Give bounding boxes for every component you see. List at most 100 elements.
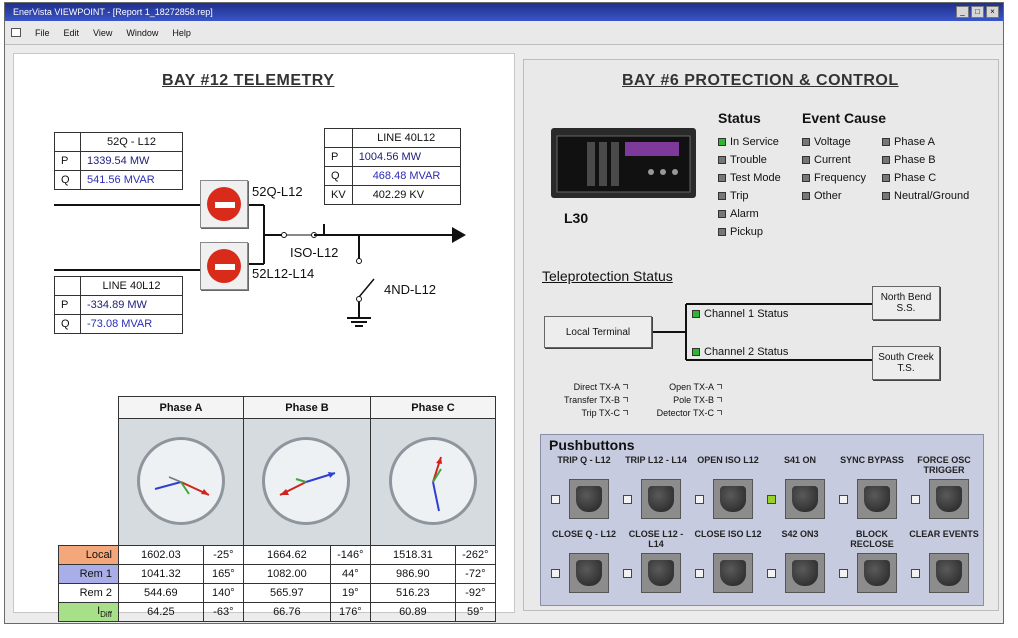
diff-subscript: Diff	[100, 610, 112, 620]
p-label: P	[54, 295, 81, 315]
pushbutton-label: TRIP L12 - L14	[625, 455, 687, 465]
flag-icon	[717, 410, 722, 415]
telemetry-line-40l12-top: LINE 40L12 P 1004.56 MW Q 468.48 MVAR KV 40…	[324, 128, 461, 205]
pushbutton[interactable]	[569, 479, 609, 519]
breaker-label-52q: 52Q-L12	[252, 184, 303, 199]
pushbutton[interactable]	[929, 479, 969, 519]
pushbutton[interactable]	[785, 553, 825, 593]
phase-table-row: IDiff 64.25 -63° 66.76 176° 60.89 59°	[58, 602, 497, 622]
menu-bar: File Edit View Window Help	[5, 21, 1003, 45]
pushbutton[interactable]	[641, 553, 681, 593]
channel-2-label: Channel 2 Status	[704, 346, 789, 358]
channel-1-status: Channel 1 Status	[692, 308, 788, 320]
pushbutton-led	[767, 495, 776, 504]
pushbutton-cell: BLOCK RECLOSE	[837, 529, 907, 593]
pushbutton-label: S41 ON	[783, 455, 816, 465]
pushbutton[interactable]	[857, 553, 897, 593]
phasor-scope-c	[371, 419, 495, 545]
pushbutton-label: S42 ON3	[781, 529, 819, 539]
pushbutton-cell: TRIP Q - L12	[549, 455, 619, 519]
pushbutton-label: SYNC BYPASS	[840, 455, 904, 465]
q-label: Q	[54, 170, 81, 190]
phase-b-angle: -146°	[329, 545, 372, 565]
phase-table: Phase A Phase B Phase C Local 1602.03 -2…	[58, 396, 497, 622]
pushbutton-led	[911, 569, 920, 578]
phase-c-magnitude: 1518.31	[370, 545, 456, 565]
p-value: 1004.56 MW	[351, 147, 461, 167]
pushbutton-led	[623, 495, 632, 504]
pushbutton[interactable]	[641, 479, 681, 519]
minimize-button[interactable]: _	[956, 6, 969, 18]
pushbutton[interactable]	[785, 479, 825, 519]
pushbutton[interactable]	[857, 479, 897, 519]
phase-c-angle: 59°	[454, 602, 497, 622]
telemetry-line-40l12-bottom: LINE 40L12 P -334.89 MW Q -73.08 MVAR	[54, 276, 183, 334]
kv-label: KV	[324, 185, 353, 205]
phase-a-magnitude: 544.69	[118, 583, 204, 603]
tx-flag-label: Detector TX-C	[656, 408, 714, 418]
phase-a-magnitude: 64.25	[118, 602, 204, 622]
p-label: P	[54, 151, 81, 171]
breaker-52q-l12[interactable]	[200, 180, 248, 228]
phasor-scope-a	[119, 419, 243, 545]
telemetry-panel: BAY #12 TELEMETRY 52Q - L12 P 1339.54 MW…	[13, 53, 515, 622]
tx-flag: Trip TX-C	[581, 408, 628, 418]
breaker-label-52l12: 52L12-L14	[252, 266, 315, 281]
phase-b-magnitude: 565.97	[243, 583, 331, 603]
phase-c-angle: -262°	[454, 545, 497, 565]
row-label: IDiff	[58, 602, 119, 622]
channel-2-status: Channel 2 Status	[692, 346, 788, 358]
pushbutton[interactable]	[713, 479, 753, 519]
breaker-52l12-l14[interactable]	[200, 242, 248, 290]
pushbuttons-panel: Pushbuttons TRIP Q - L12 TRIP L12 - L14 OP…	[540, 434, 984, 606]
pushbutton-cell: CLOSE L12 - L14	[621, 529, 691, 593]
close-button[interactable]: ×	[986, 6, 999, 18]
phase-table-row: Rem 1 1041.32 165° 1082.00 44° 986.90 -72°	[58, 564, 497, 584]
phase-c-header: Phase C	[370, 396, 496, 419]
telemetry-header: 52Q - L12	[80, 132, 183, 152]
protection-panel: BAY #6 PROTECTION & CONTROL L30 Status I…	[523, 59, 999, 611]
pushbutton-cell: S41 ON	[765, 455, 835, 519]
pushbutton-led	[623, 569, 632, 578]
pushbutton-label: TRIP Q - L12	[557, 455, 611, 465]
flag-icon	[623, 384, 628, 389]
pushbutton[interactable]	[713, 553, 753, 593]
phase-b-header: Phase B	[243, 396, 371, 419]
phase-a-magnitude: 1602.03	[118, 545, 204, 565]
remote-north-bend-box[interactable]: North Bend S.S.	[872, 286, 940, 320]
tx-flag-label: Trip TX-C	[581, 408, 620, 418]
maximize-button[interactable]: □	[971, 6, 984, 18]
pushbutton[interactable]	[569, 553, 609, 593]
document-icon	[11, 28, 21, 37]
tx-flag-label: Transfer TX-B	[563, 395, 620, 405]
pushbutton-led	[767, 569, 776, 578]
telemetry-header: LINE 40L12	[80, 276, 183, 296]
status-led	[692, 310, 700, 318]
tx-flag-label: Open TX-A	[669, 382, 714, 392]
flag-icon	[623, 410, 628, 415]
phase-c-angle: -72°	[454, 564, 497, 584]
menu-view[interactable]: View	[93, 28, 112, 38]
telemetry-header: LINE 40L12	[351, 128, 461, 148]
pushbutton-label: CLEAR EVENTS	[909, 529, 979, 539]
phase-b-magnitude: 1082.00	[243, 564, 331, 584]
iso-label: ISO-L12	[290, 245, 339, 260]
menu-edit[interactable]: Edit	[64, 28, 80, 38]
tx-flag: Open TX-A	[669, 382, 722, 392]
phase-table-row: Rem 2 544.69 140° 565.97 19° 516.23 -92°	[58, 583, 497, 603]
tx-flag-label: Pole TX-B	[673, 395, 714, 405]
ground-switch-label: 4ND-L12	[384, 282, 437, 297]
tx-flag: Pole TX-B	[673, 395, 722, 405]
local-terminal-box[interactable]: Local Terminal	[544, 316, 652, 348]
pushbutton-led	[551, 495, 560, 504]
menu-file[interactable]: File	[35, 28, 50, 38]
phase-b-angle: 19°	[329, 583, 372, 603]
telemetry-52q-l12: 52Q - L12 P 1339.54 MW Q 541.56 MVAR	[54, 132, 183, 190]
pushbutton[interactable]	[929, 553, 969, 593]
pushbutton-cell: S42 ON3	[765, 529, 835, 593]
menu-help[interactable]: Help	[172, 28, 191, 38]
pushbutton-cell: CLOSE Q - L12	[549, 529, 619, 593]
remote-south-creek-box[interactable]: South Creek T.S.	[872, 346, 940, 380]
flag-icon	[717, 397, 722, 402]
menu-window[interactable]: Window	[126, 28, 158, 38]
